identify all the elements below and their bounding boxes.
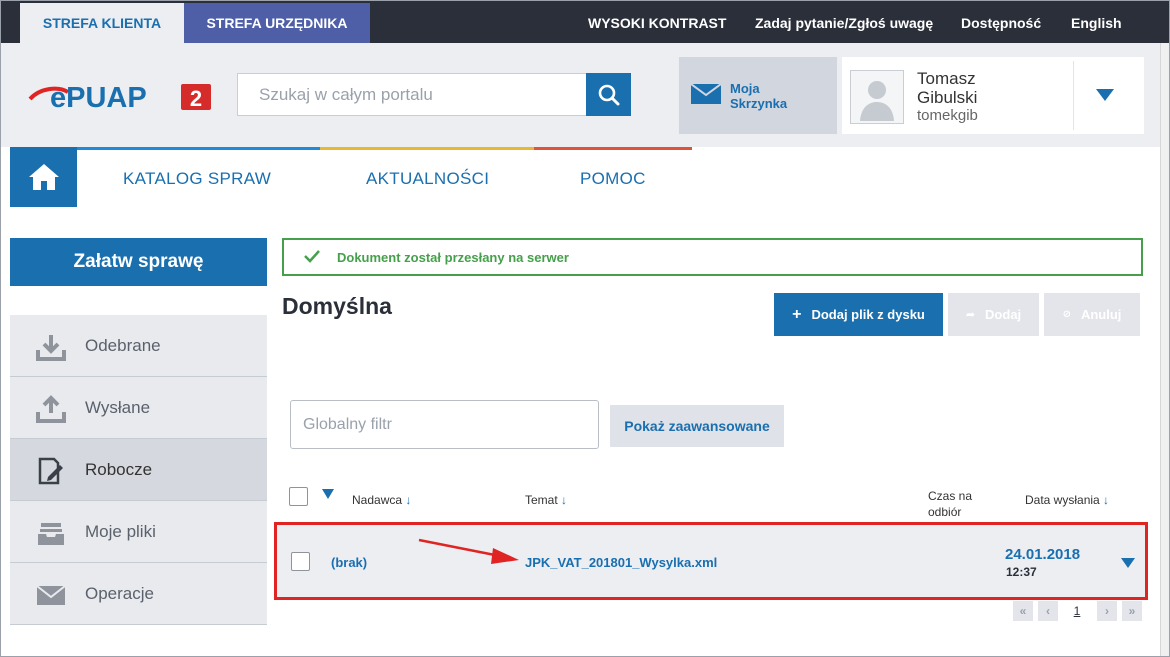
settle-case-button[interactable]: Załatw sprawę [10,238,267,286]
add-button[interactable]: ➦ Dodaj [948,293,1039,336]
cancel-button[interactable]: ⊘ Anuluj [1044,293,1140,336]
user-first-name: Tomasz [917,69,976,88]
upload-icon [36,395,66,423]
column-sent-date[interactable]: Data wysłania ↓ [1025,493,1109,507]
search-input[interactable]: Szukaj w całym portalu [237,73,586,116]
mailbox-button[interactable]: Moja Skrzynka [679,57,837,134]
add-label: Dodaj [985,307,1022,322]
add-file-from-disk-button[interactable]: + Dodaj plik z dysku [774,293,943,336]
column-sender-label: Nadawca [352,493,403,507]
sidebar-item-drafts[interactable]: Robocze [10,439,267,501]
home-icon [28,164,59,190]
inbox-tray-icon [38,523,64,545]
user-panel: Tomasz Gibulski tomekgib [842,57,1144,134]
sidebar-item-sent[interactable]: Wysłane [10,377,267,439]
logo-text: ePUAP [50,82,147,112]
column-sent-date-label: Data wysłania [1025,493,1100,507]
plus-icon: + [792,305,802,323]
show-advanced-button[interactable]: Pokaż zaawansowane [610,405,784,447]
sidebar-item-my-files[interactable]: Moje pliki [10,501,267,563]
language-link[interactable]: English [1071,0,1122,43]
success-alert: Dokument został przesłany na serwer [282,238,1143,276]
high-contrast-link[interactable]: WYSOKI KONTRAST [588,0,726,43]
pager-prev-button[interactable]: ‹ [1038,601,1058,621]
ask-question-link[interactable]: Zadaj pytanie/Zgłoś uwagę [755,0,933,43]
pager-first-button[interactable]: « [1013,601,1033,621]
sort-arrow-icon: ↓ [405,493,412,507]
pager-current-page[interactable]: 1 [1067,601,1087,621]
add-file-label: Dodaj plik z dysku [811,307,925,322]
nav-news[interactable]: AKTUALNOŚCI [366,150,489,207]
user-last-name: Gibulski [917,88,978,107]
sort-arrow-icon: ↓ [1103,493,1110,507]
logo-version: 2 [190,86,202,111]
sidebar-item-received[interactable]: Odebrane [10,315,267,377]
avatar [850,70,904,124]
share-arrow-icon: ➦ [965,309,976,321]
column-sender[interactable]: Nadawca ↓ [352,493,411,507]
checkmark-icon [304,250,320,263]
tab-official-zone[interactable]: STREFA URZĘDNIKA [184,3,370,43]
epuap-logo[interactable]: ePUAP 2 [28,82,214,114]
sidebar-item-label: Moje pliki [85,522,156,541]
column-receive-time[interactable]: Czas na odbiór [928,488,983,520]
sidebar-item-operations[interactable]: Operacje [10,563,267,625]
page-title: Domyślna [282,293,392,319]
sidebar-item-label: Wysłane [85,398,151,417]
search-button[interactable] [586,73,631,116]
cancel-circle-icon: ⊘ [1062,309,1071,320]
nav-help[interactable]: POMOC [580,150,646,207]
nav-catalog[interactable]: KATALOG SPRAW [123,150,271,207]
top-bar: STREFA KLIENTA STREFA URZĘDNIKA WYSOKI K… [0,0,1170,43]
sort-arrow-icon: ↓ [561,493,568,507]
divider [1073,61,1074,130]
scrollbar[interactable] [1160,43,1170,657]
accessibility-link[interactable]: Dostępność [961,0,1041,43]
global-filter-input[interactable]: Globalny filtr [290,400,599,449]
sidebar-item-label: Operacje [85,584,154,603]
search-icon [598,84,619,105]
tab-client-zone[interactable]: STREFA KLIENTA [20,3,184,43]
annotation-arrow-icon [418,538,519,564]
envelope-icon [36,585,66,605]
envelope-icon [691,84,721,104]
pager-last-button[interactable]: » [1122,601,1142,621]
pager-next-button[interactable]: › [1097,601,1117,621]
column-subject[interactable]: Temat ↓ [525,493,567,507]
select-all-checkbox[interactable] [289,487,308,506]
user-silhouette-icon [860,81,894,121]
cancel-label: Anuluj [1080,307,1122,322]
chevron-down-icon[interactable] [1095,88,1115,102]
user-login: tomekgib [917,107,978,124]
column-subject-label: Temat [525,493,558,507]
alert-message: Dokument został przesłany na serwer [337,250,569,265]
chevron-down-icon[interactable] [321,488,335,500]
mailbox-label: Moja Skrzynka [730,81,788,111]
download-icon [36,335,66,361]
sidebar-item-label: Odebrane [85,336,161,355]
sidebar-item-label: Robocze [85,460,153,479]
highlight-frame [274,522,1148,600]
draft-edit-icon [38,457,63,485]
home-button[interactable] [10,147,77,207]
